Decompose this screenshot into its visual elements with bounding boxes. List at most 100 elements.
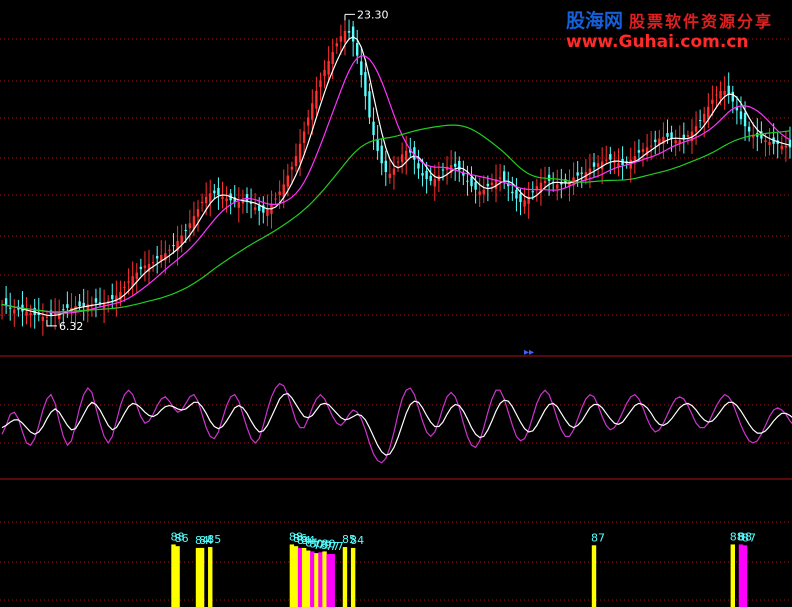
candle-body — [523, 200, 526, 207]
candle-body — [196, 209, 200, 217]
candle-body — [135, 272, 138, 279]
candle-body — [119, 292, 122, 301]
candle-body — [62, 309, 65, 311]
candle-body — [400, 154, 404, 163]
candle-body — [425, 170, 428, 180]
candle-body — [286, 175, 290, 187]
candle-body — [253, 207, 257, 210]
signal-panel-gridlines — [0, 521, 792, 601]
signal-bar — [730, 544, 736, 607]
candle-body — [682, 134, 686, 139]
candle-body — [466, 180, 469, 182]
candle-body — [78, 301, 81, 307]
candle-body — [66, 304, 69, 308]
candle-body — [719, 90, 722, 99]
signal-bar — [738, 544, 744, 607]
signal-bar — [301, 547, 307, 607]
signal-bar — [199, 547, 205, 607]
candle-body — [376, 138, 379, 151]
candle-body — [294, 156, 298, 167]
candle-body — [315, 90, 318, 109]
candle-body — [29, 313, 32, 316]
candle-body — [356, 43, 359, 56]
candle-body — [217, 188, 220, 195]
candle-body — [592, 162, 596, 167]
candle-body — [331, 52, 334, 65]
stock-chart: 23.306.32 8886 848485 88868484818078798077… — [0, 8, 792, 607]
candle-body — [298, 143, 302, 163]
candle-body — [641, 149, 645, 152]
candle-body — [327, 60, 330, 75]
candle-body — [637, 150, 641, 153]
ma_short-line — [1, 36, 791, 317]
candle-body — [788, 139, 792, 148]
candle-body — [368, 91, 371, 118]
signal-bar — [306, 550, 311, 607]
candle-body — [82, 302, 85, 307]
signal-bar — [208, 547, 213, 607]
signal-bar-label: 84 — [350, 534, 364, 547]
candle-body — [502, 171, 506, 181]
candle-body — [94, 298, 98, 303]
signal-bar — [175, 546, 180, 607]
signal-bar — [314, 553, 319, 607]
candle-body — [482, 189, 485, 195]
signal-bar-label: 86 — [175, 532, 189, 545]
candle-body — [543, 180, 547, 184]
candle-body — [380, 145, 383, 164]
candle-body — [188, 223, 192, 229]
candle-body — [490, 182, 494, 185]
candle-body — [384, 160, 387, 173]
candle-body — [486, 183, 490, 187]
kd_k-line — [1, 382, 792, 464]
signal-bar — [297, 547, 303, 607]
candle-body — [258, 205, 261, 211]
candle-body — [172, 245, 175, 247]
candle-body — [547, 174, 551, 181]
candle-body — [335, 43, 339, 47]
candle-body — [433, 179, 436, 187]
candle-body — [531, 191, 534, 193]
signal-bar — [171, 544, 176, 607]
candle-body — [780, 145, 783, 150]
candle-body — [453, 163, 457, 167]
candle-body — [711, 99, 714, 104]
candle-body — [441, 169, 445, 171]
watermark-url: www.Guhai.com.cn — [566, 32, 749, 52]
candle-body — [535, 186, 539, 190]
candle-body — [723, 90, 726, 95]
signal-bar-label: 87 — [591, 531, 605, 544]
candle-body — [307, 117, 310, 126]
candle-body — [266, 209, 269, 216]
candle-body — [694, 126, 698, 132]
candle-body — [160, 254, 163, 261]
candle-body — [739, 111, 743, 120]
candle-body — [576, 172, 579, 176]
candle-body — [605, 159, 608, 161]
candle-body — [237, 202, 241, 208]
candle-body — [372, 121, 375, 136]
candle-body — [13, 309, 16, 314]
signal-bar — [330, 554, 335, 607]
candle-body — [351, 26, 355, 42]
watermark-line: 股海网 股票软件资源分享 — [566, 6, 773, 33]
candle-body — [274, 198, 277, 200]
candle-body — [405, 150, 408, 161]
candle-body — [654, 139, 657, 143]
candle-body — [127, 281, 130, 283]
candle-body — [417, 163, 420, 169]
candle-body — [106, 300, 110, 302]
candle-body — [311, 103, 314, 120]
candle-body — [339, 36, 343, 42]
candle-body — [429, 175, 432, 181]
candle-body — [609, 154, 612, 160]
candle-body — [731, 91, 735, 102]
signal-bar-label: 87 — [742, 531, 756, 544]
candle-body — [698, 120, 702, 122]
candle-body — [388, 173, 392, 178]
candle-body — [213, 190, 216, 194]
candle-body — [458, 160, 461, 171]
candle-body — [768, 142, 771, 145]
candle-body — [347, 31, 351, 33]
candle-body — [556, 184, 559, 189]
